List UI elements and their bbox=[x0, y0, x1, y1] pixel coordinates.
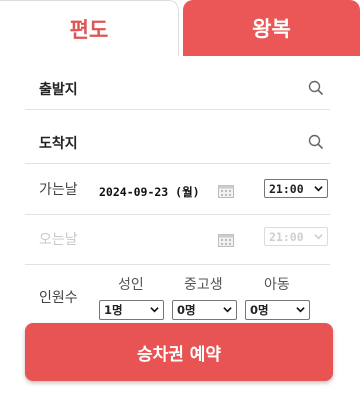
return-date-row: 오는날 21:00 bbox=[25, 215, 330, 265]
adult-count-value: 1명 bbox=[104, 303, 123, 317]
outbound-time-value: 21:00 bbox=[269, 181, 304, 196]
child-count-value: 0명 bbox=[250, 303, 269, 317]
arrival-field[interactable]: 도착지 bbox=[25, 110, 330, 164]
book-ticket-button[interactable]: 승차권 예약 bbox=[25, 323, 333, 381]
search-icon[interactable] bbox=[308, 80, 324, 96]
return-time-value: 21:00 bbox=[269, 229, 304, 244]
departure-field[interactable]: 출발지 bbox=[25, 58, 330, 110]
calendar-icon[interactable] bbox=[218, 184, 234, 198]
passengers-label: 인원수 bbox=[39, 290, 78, 306]
outbound-label: 가는날 bbox=[39, 182, 78, 198]
tab-roundtrip[interactable]: 왕복 bbox=[183, 0, 360, 56]
chevron-down-icon bbox=[150, 307, 159, 313]
youth-count-value: 0명 bbox=[177, 303, 196, 317]
calendar-icon bbox=[218, 234, 234, 247]
outbound-time-select[interactable]: 21:00 bbox=[264, 179, 328, 198]
chevron-down-icon bbox=[314, 234, 323, 240]
child-count-select[interactable]: 0명 bbox=[245, 300, 310, 320]
departure-label: 출발지 bbox=[39, 82, 78, 98]
youth-count-select[interactable]: 0명 bbox=[172, 300, 237, 320]
arrival-label: 도착지 bbox=[39, 136, 78, 152]
adult-label: 성인 bbox=[118, 277, 144, 293]
outbound-date[interactable]: 2024-09-23 (월) bbox=[99, 184, 200, 200]
adult-count-select[interactable]: 1명 bbox=[99, 300, 164, 320]
search-icon[interactable] bbox=[308, 134, 324, 150]
tab-oneway[interactable]: 편도 bbox=[0, 0, 179, 56]
child-label: 아동 bbox=[264, 277, 290, 293]
return-label: 오는날 bbox=[39, 232, 78, 248]
return-time-select: 21:00 bbox=[264, 227, 328, 246]
chevron-down-icon bbox=[296, 307, 305, 313]
youth-label: 중고생 bbox=[184, 277, 223, 293]
outbound-date-row: 가는날 2024-09-23 (월) 21:00 bbox=[25, 164, 330, 215]
chevron-down-icon bbox=[314, 186, 323, 192]
chevron-down-icon bbox=[223, 307, 232, 313]
trip-type-tabs: 편도 왕복 bbox=[0, 0, 360, 58]
